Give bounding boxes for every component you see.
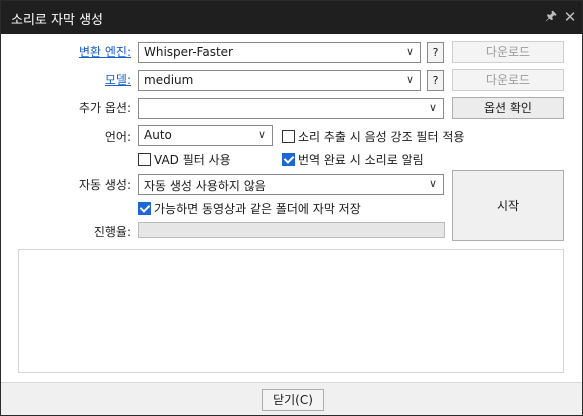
- start-label: 시작: [496, 199, 520, 213]
- dialog-footer: 닫기(C): [1, 382, 582, 415]
- notify-label: 번역 완료 시 소리로 알림: [298, 153, 424, 167]
- window-title: 소리로 자막 생성: [11, 13, 103, 28]
- chevron-down-icon: ∨: [405, 45, 414, 58]
- chevron-down-icon: ∨: [428, 177, 437, 190]
- start-button[interactable]: 시작: [452, 170, 564, 241]
- extra-options-select[interactable]: ∨: [138, 98, 444, 119]
- log-area[interactable]: [18, 249, 564, 373]
- language-label: 언어:: [104, 130, 131, 144]
- model-value: medium: [144, 73, 194, 87]
- engine-select[interactable]: Whisper-Faster ∨: [138, 42, 421, 63]
- checkbox-box[interactable]: [282, 130, 295, 143]
- subtitle-dialog: 소리로 자막 생성 🖈 ✕ 변환 엔진: Whisper-Faster ∨ ? …: [0, 0, 583, 416]
- progress-bar: [138, 222, 445, 238]
- model-help-button[interactable]: ?: [427, 70, 444, 91]
- progress-label: 진행율:: [93, 225, 131, 239]
- confirm-options-button[interactable]: 옵션 확인: [452, 97, 564, 119]
- checkbox-box-checked[interactable]: [138, 202, 151, 215]
- language-select[interactable]: Auto ∨: [138, 125, 273, 146]
- checkbox-box-checked[interactable]: [282, 153, 295, 166]
- pin-icon[interactable]: 🖈: [542, 8, 560, 26]
- model-label[interactable]: 모델:: [61, 71, 131, 88]
- dialog-content: 변환 엔진: Whisper-Faster ∨ ? 다운로드 모델: mediu…: [1, 34, 582, 382]
- save-same-folder-checkbox[interactable]: 가능하면 동영상과 같은 폴더에 자막 저장: [138, 200, 361, 217]
- notify-checkbox[interactable]: 번역 완료 시 소리로 알림: [282, 151, 424, 168]
- close-icon[interactable]: ✕: [561, 8, 579, 26]
- engine-value: Whisper-Faster: [144, 45, 233, 59]
- auto-generate-label: 자동 생성:: [78, 178, 131, 192]
- auto-generate-value: 자동 생성 사용하지 않음: [144, 179, 266, 193]
- chevron-down-icon: ∨: [405, 73, 414, 86]
- vocal-filter-label: 소리 추출 시 음성 강조 필터 적용: [298, 130, 465, 144]
- save-same-folder-label: 가능하면 동영상과 같은 폴더에 자막 저장: [154, 202, 361, 216]
- extra-options-label: 추가 옵션:: [78, 101, 131, 115]
- vocal-filter-checkbox[interactable]: 소리 추출 시 음성 강조 필터 적용: [282, 128, 464, 145]
- chevron-down-icon: ∨: [257, 128, 266, 141]
- engine-help-button[interactable]: ?: [427, 42, 444, 63]
- vad-filter-label: VAD 필터 사용: [154, 153, 231, 167]
- checkbox-box[interactable]: [138, 153, 151, 166]
- language-value: Auto: [144, 128, 172, 142]
- engine-label[interactable]: 변환 엔진:: [61, 43, 131, 60]
- vad-filter-checkbox[interactable]: VAD 필터 사용: [138, 151, 231, 168]
- close-button[interactable]: 닫기(C): [262, 389, 324, 411]
- title-bar: 소리로 자막 생성 🖈 ✕: [1, 1, 582, 34]
- model-select[interactable]: medium ∨: [138, 70, 421, 91]
- engine-download-button[interactable]: 다운로드: [452, 41, 564, 63]
- chevron-down-icon: ∨: [428, 101, 437, 114]
- auto-generate-select[interactable]: 자동 생성 사용하지 않음 ∨: [138, 174, 444, 195]
- model-download-button[interactable]: 다운로드: [452, 69, 564, 91]
